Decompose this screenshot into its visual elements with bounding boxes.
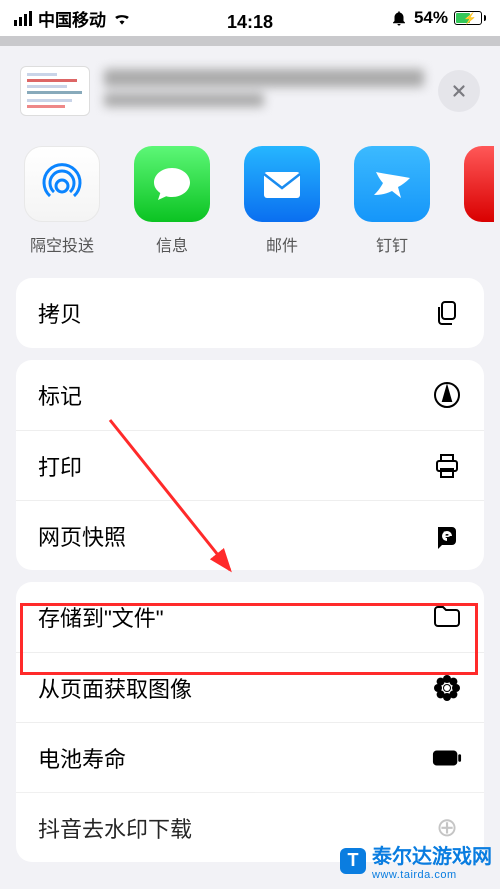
action-get-images[interactable]: 从页面获取图像 xyxy=(16,652,484,722)
watermark-logo-icon: T xyxy=(340,848,366,874)
folder-icon xyxy=(432,602,462,632)
page-title-blurred xyxy=(104,69,424,113)
action-markup[interactable]: 标记 xyxy=(16,360,484,430)
app-label: 邮件 xyxy=(266,232,298,256)
action-webclip[interactable]: 网页快照 P xyxy=(16,500,484,570)
action-label: 拷贝 xyxy=(38,297,82,329)
copy-icon xyxy=(432,298,462,328)
action-label: 网页快照 xyxy=(38,520,126,552)
action-group-copy: 拷贝 xyxy=(16,278,484,348)
messages-icon xyxy=(134,146,210,222)
action-group-misc: 存储到"文件" 从页面获取图像 电池寿命 抖音去水印下载 ⊕ xyxy=(16,582,484,862)
action-label: 电池寿命 xyxy=(38,742,126,774)
app-messages[interactable]: 信息 xyxy=(134,146,210,256)
watermark-url: www.tairda.com xyxy=(372,869,492,881)
signal-icon xyxy=(14,11,32,26)
watermark: T 泰尔达游戏网 www.tairda.com xyxy=(340,840,492,881)
mail-icon xyxy=(244,146,320,222)
airdrop-icon xyxy=(24,146,100,222)
action-group-tools: 标记 打印 网页快照 P xyxy=(16,360,484,570)
action-print[interactable]: 打印 xyxy=(16,430,484,500)
dingtalk-icon xyxy=(354,146,430,222)
app-mail[interactable]: 邮件 xyxy=(244,146,320,256)
webclip-icon: P xyxy=(432,521,462,551)
action-battery-life[interactable]: 电池寿命 xyxy=(16,722,484,792)
app-label: 信息 xyxy=(156,232,188,256)
app-airdrop[interactable]: 隔空投送 xyxy=(24,146,100,256)
share-apps-row[interactable]: 隔空投送 信息 邮件 钉钉 xyxy=(0,140,500,266)
alarm-icon xyxy=(390,9,408,27)
action-save-to-files[interactable]: 存储到"文件" xyxy=(16,582,484,652)
flower-icon xyxy=(432,673,462,703)
carrier-label: 中国移动 xyxy=(38,6,106,31)
share-sheet: 隔空投送 信息 邮件 钉钉 拷贝 xyxy=(0,48,500,889)
action-label: 标记 xyxy=(38,379,82,411)
print-icon xyxy=(432,451,462,481)
action-label: 打印 xyxy=(38,450,82,482)
close-button[interactable] xyxy=(438,70,480,112)
markup-icon xyxy=(432,380,462,410)
battery-percent: 54% xyxy=(414,8,448,28)
action-label: 抖音去水印下载 xyxy=(38,812,192,844)
battery-full-icon xyxy=(432,743,462,773)
partial-app-icon xyxy=(464,146,494,222)
plus-icon: ⊕ xyxy=(432,813,462,843)
close-icon xyxy=(450,82,468,100)
page-thumbnail xyxy=(20,66,90,116)
app-label: 隔空投送 xyxy=(30,232,94,256)
action-label: 从页面获取图像 xyxy=(38,672,192,704)
svg-text:P: P xyxy=(443,529,451,543)
action-copy[interactable]: 拷贝 xyxy=(16,278,484,348)
action-label: 存储到"文件" xyxy=(38,601,164,633)
app-dingtalk[interactable]: 钉钉 xyxy=(354,146,430,256)
sheet-header xyxy=(0,58,500,140)
background-strip xyxy=(0,36,500,46)
battery-icon: ⚡ xyxy=(454,11,486,25)
wifi-icon xyxy=(112,10,132,26)
status-bar: 中国移动 14:18 54% ⚡ xyxy=(0,0,500,36)
app-label: 钉钉 xyxy=(376,232,408,256)
watermark-site: 泰尔达游戏网 xyxy=(372,840,492,869)
app-partial[interactable] xyxy=(464,146,494,222)
